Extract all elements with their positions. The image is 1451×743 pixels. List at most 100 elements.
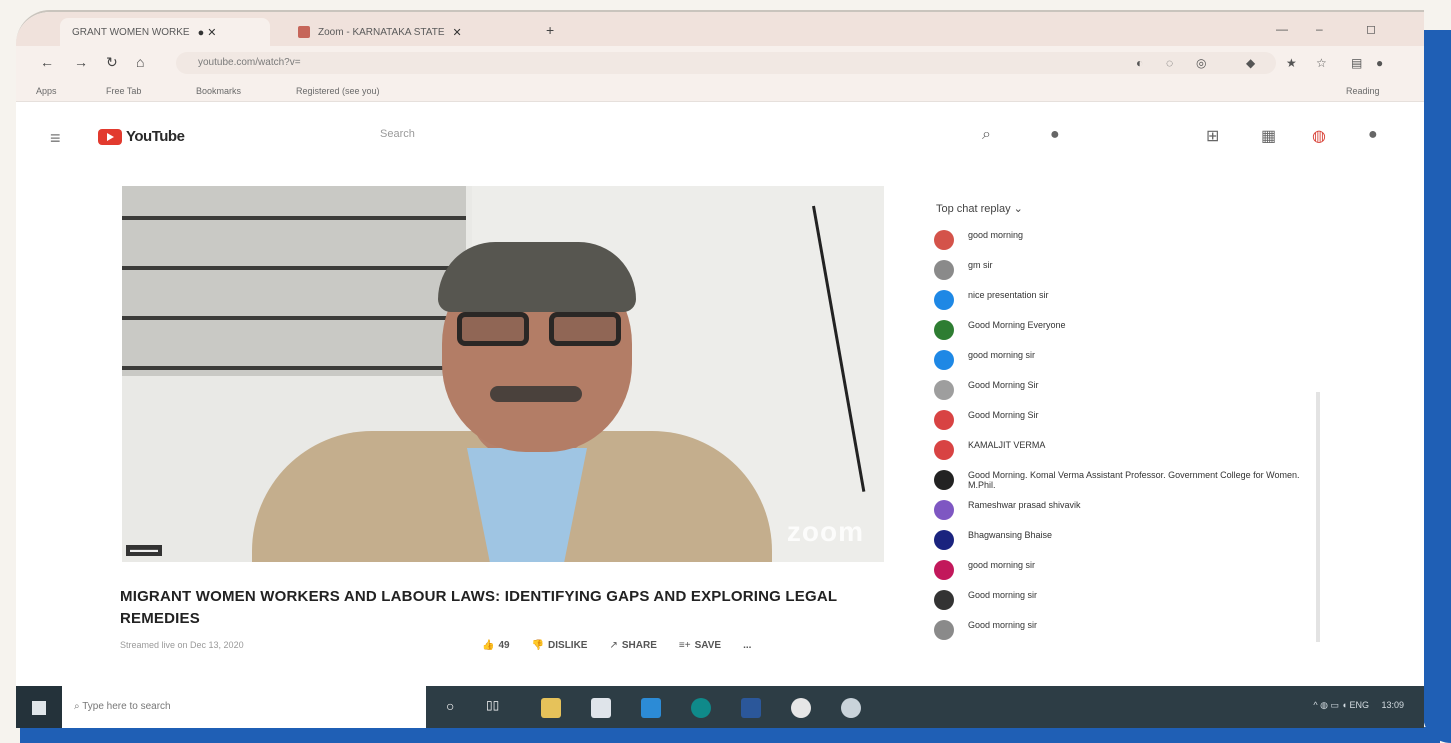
minimize-icon[interactable]: —: [1276, 22, 1288, 36]
chat-scrollbar[interactable]: [1316, 392, 1320, 642]
chat-header[interactable]: Top chat replay ⌄: [936, 202, 1023, 215]
avatar[interactable]: [934, 350, 954, 370]
chat-header-label: Top chat replay: [936, 203, 1011, 215]
taskbar-search-input[interactable]: ⌕ Type here to search: [62, 686, 426, 728]
video-player[interactable]: zoom ▬▬▬▬: [122, 186, 884, 562]
avatar[interactable]: [934, 530, 954, 550]
search-icon[interactable]: ⌕: [982, 126, 991, 144]
word-icon[interactable]: [741, 698, 761, 718]
chat-message-body: KAMALJIT VERMA: [968, 440, 1045, 450]
avatar[interactable]: [934, 560, 954, 580]
mail-icon[interactable]: [641, 698, 661, 718]
extension-icon[interactable]: ◌: [1166, 56, 1173, 70]
system-tray: ^ ◍ ▭ ◖ ENG 13:09: [1313, 700, 1404, 711]
window-blinds: [122, 186, 466, 376]
chat-message: Good morning sir: [934, 620, 1324, 640]
battery-icon[interactable]: ▭: [1330, 700, 1341, 710]
avatar[interactable]: [934, 380, 954, 400]
chat-message-body: nice presentation sir: [968, 290, 1049, 300]
chat-message: Bhagwansing Bhaise: [934, 530, 1324, 550]
back-icon[interactable]: ←: [40, 54, 54, 70]
avatar[interactable]: [934, 260, 954, 280]
extension-icon[interactable]: ◐: [1136, 56, 1143, 70]
forward-icon[interactable]: →: [74, 54, 88, 70]
apps-grid-icon[interactable]: ▦: [1261, 126, 1276, 146]
sidebar-icon[interactable]: ▤: [1351, 56, 1362, 70]
chat-message: KAMALJIT VERMA: [934, 440, 1324, 460]
thumbs-down-icon: 👎: [531, 640, 545, 651]
file-explorer-icon[interactable]: [541, 698, 561, 718]
bookmark-registered[interactable]: Registered (see you): [296, 86, 380, 96]
chat-message-text: Good Morning. Komal Verma Assistant Prof…: [968, 470, 1300, 490]
avatar[interactable]: [934, 410, 954, 430]
create-video-icon[interactable]: ⊞: [1206, 126, 1219, 146]
avatar[interactable]: [934, 440, 954, 460]
chat-message-list: good morning gm sir nice presentation sir G…: [934, 230, 1324, 650]
tab-active[interactable]: GRANT WOMEN WORKE ● ✕: [60, 18, 270, 46]
chat-message-text: Good Morning Sir: [968, 380, 1039, 390]
bookmark-bookmarks[interactable]: Bookmarks: [196, 86, 241, 96]
reload-icon[interactable]: ↻: [106, 54, 118, 71]
more-actions-button[interactable]: ...: [743, 640, 751, 651]
close-icon[interactable]: ● ✕: [198, 26, 217, 39]
clock[interactable]: 13:09: [1381, 700, 1404, 710]
avatar[interactable]: [934, 230, 954, 250]
save-button[interactable]: ≡+ SAVE: [679, 640, 721, 651]
avatar[interactable]: [934, 320, 954, 340]
chat-message-body: Rameshwar prasad shivavik: [968, 500, 1081, 510]
chat-message: good morning sir: [934, 560, 1324, 580]
chat-message-body: good morning sir: [968, 350, 1035, 360]
extension-icon[interactable]: ◎: [1196, 56, 1206, 70]
dislike-button[interactable]: 👎 DISLIKE: [532, 640, 588, 651]
windows-taskbar: ⌕ Type here to search ○ ▯▯ ^ ◍ ▭ ◖ ENG 1…: [16, 686, 1424, 728]
bookmark-apps[interactable]: Apps: [36, 86, 57, 96]
cortana-icon[interactable]: ○: [446, 698, 466, 718]
avatar[interactable]: [934, 500, 954, 520]
task-view-icon[interactable]: ▯▯: [486, 698, 506, 718]
tab-zoom[interactable]: Zoom - KARNATAKA STATE ✕: [286, 18, 536, 46]
extension-icon[interactable]: ◆: [1246, 56, 1255, 70]
bookmark-star-icon[interactable]: ☆: [1316, 56, 1327, 70]
chat-message: Good Morning. Komal Verma Assistant Prof…: [934, 470, 1324, 490]
chat-message-text: gm sir: [968, 260, 993, 270]
store-icon[interactable]: [591, 698, 611, 718]
chrome-icon[interactable]: [791, 698, 811, 718]
youtube-wordmark: YouTube: [126, 128, 185, 145]
reading-list-button[interactable]: Reading: [1346, 86, 1380, 96]
close-icon[interactable]: ✕: [453, 26, 462, 39]
restore-icon[interactable]: –: [1316, 22, 1323, 36]
tab-label: GRANT WOMEN WORKE: [72, 26, 190, 38]
youtube-logo[interactable]: YouTube: [98, 128, 185, 145]
avatar[interactable]: [934, 620, 954, 640]
notifications-icon[interactable]: ◍: [1312, 126, 1326, 146]
search-input[interactable]: Search: [368, 122, 948, 150]
new-tab-button[interactable]: +: [546, 22, 554, 38]
video-title: MIGRANT WOMEN WORKERS AND LABOUR LAWS: I…: [120, 588, 837, 627]
app-icon[interactable]: [841, 698, 861, 718]
avatar[interactable]: [934, 290, 954, 310]
chevron-down-icon: ⌄: [1013, 203, 1023, 215]
extension-icon[interactable]: ★: [1286, 56, 1297, 70]
search-icon: ⌕: [74, 701, 83, 712]
avatar[interactable]: ●: [1368, 126, 1378, 144]
edge-icon[interactable]: [691, 698, 711, 718]
address-bar[interactable]: youtube.com/watch?v=: [176, 52, 1276, 74]
zoom-favicon-icon: [298, 26, 310, 38]
chat-message: Good Morning Sir: [934, 410, 1324, 430]
microphone-icon[interactable]: ●: [1050, 126, 1060, 144]
network-icon[interactable]: ◍: [1320, 700, 1330, 710]
like-button[interactable]: 👍 49: [482, 640, 510, 651]
menu-icon[interactable]: ≡: [50, 128, 61, 149]
photo-of-monitor: GRANT WOMEN WORKE ● ✕ Zoom - KARNATAKA S…: [0, 0, 1451, 743]
dislike-label: DISLIKE: [548, 640, 588, 651]
maximize-icon[interactable]: ◻: [1366, 22, 1376, 36]
avatar[interactable]: [934, 470, 954, 490]
glasses-lens: [457, 312, 529, 346]
language-indicator[interactable]: ENG: [1349, 700, 1369, 710]
share-button[interactable]: ↗ SHARE: [609, 640, 656, 651]
avatar[interactable]: [934, 590, 954, 610]
home-icon[interactable]: ⌂: [136, 54, 144, 70]
start-button[interactable]: [16, 686, 62, 728]
profile-icon[interactable]: ●: [1376, 56, 1383, 70]
bookmark-free-tab[interactable]: Free Tab: [106, 86, 141, 96]
